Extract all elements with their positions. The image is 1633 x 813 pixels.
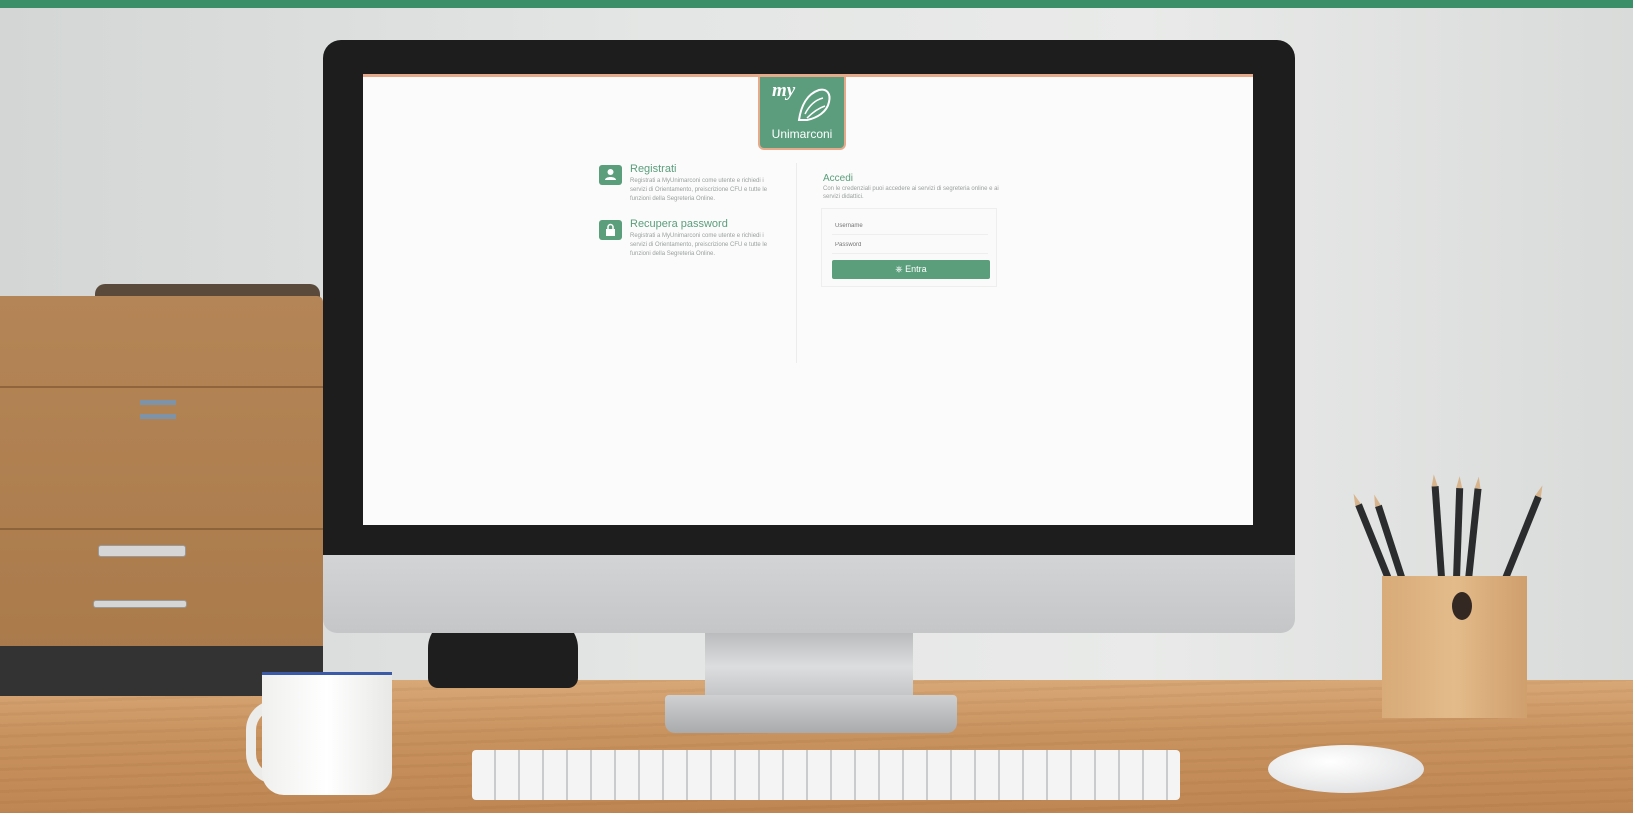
keyboard [472,750,1180,800]
cabinet-tag [140,400,176,405]
register-title: Registrati [630,163,677,175]
cabinet-seam [0,386,323,388]
logo-name-text: Unimarconi [771,127,833,141]
column-divider [796,163,797,363]
recover-password-title: Recupera password [630,218,728,230]
login-title: Accedi [823,173,854,184]
password-input[interactable] [832,236,988,254]
cabinet [0,296,323,696]
monitor-chin [323,555,1295,633]
username-input[interactable] [832,217,988,235]
drawer-handle [98,545,186,557]
lock-icon [599,220,622,240]
recover-password-description: Registrati a MyUnimarconi come utente e … [630,233,768,257]
login-page: my Unimarconi Registrati Registrati a My… [363,74,1253,525]
monitor-stand [705,633,913,701]
mouse [1268,745,1424,793]
login-icon: ⎈ [895,264,903,274]
pencil-holder-hole [1452,592,1472,620]
login-button[interactable]: ⎈ Entra [832,260,990,279]
monitor-foot [665,695,957,733]
drawer-handle [93,600,187,608]
login-description: Con le credenziali puoi accedere ai serv… [823,186,999,200]
login-button-label: Entra [905,264,927,274]
myunimarconi-logo[interactable]: my Unimarconi [758,77,846,150]
login-form: ⎈ Entra [821,208,997,287]
coffee-mug [262,672,392,795]
user-icon [599,165,622,185]
register-description: Registrati a MyUnimarconi come utente e … [630,178,768,202]
top-accent-bar [0,0,1633,8]
marconi-portrait-icon [797,88,831,121]
cabinet-tag [140,414,176,419]
logo-my-text: my [772,80,796,101]
cabinet-seam [0,528,323,530]
